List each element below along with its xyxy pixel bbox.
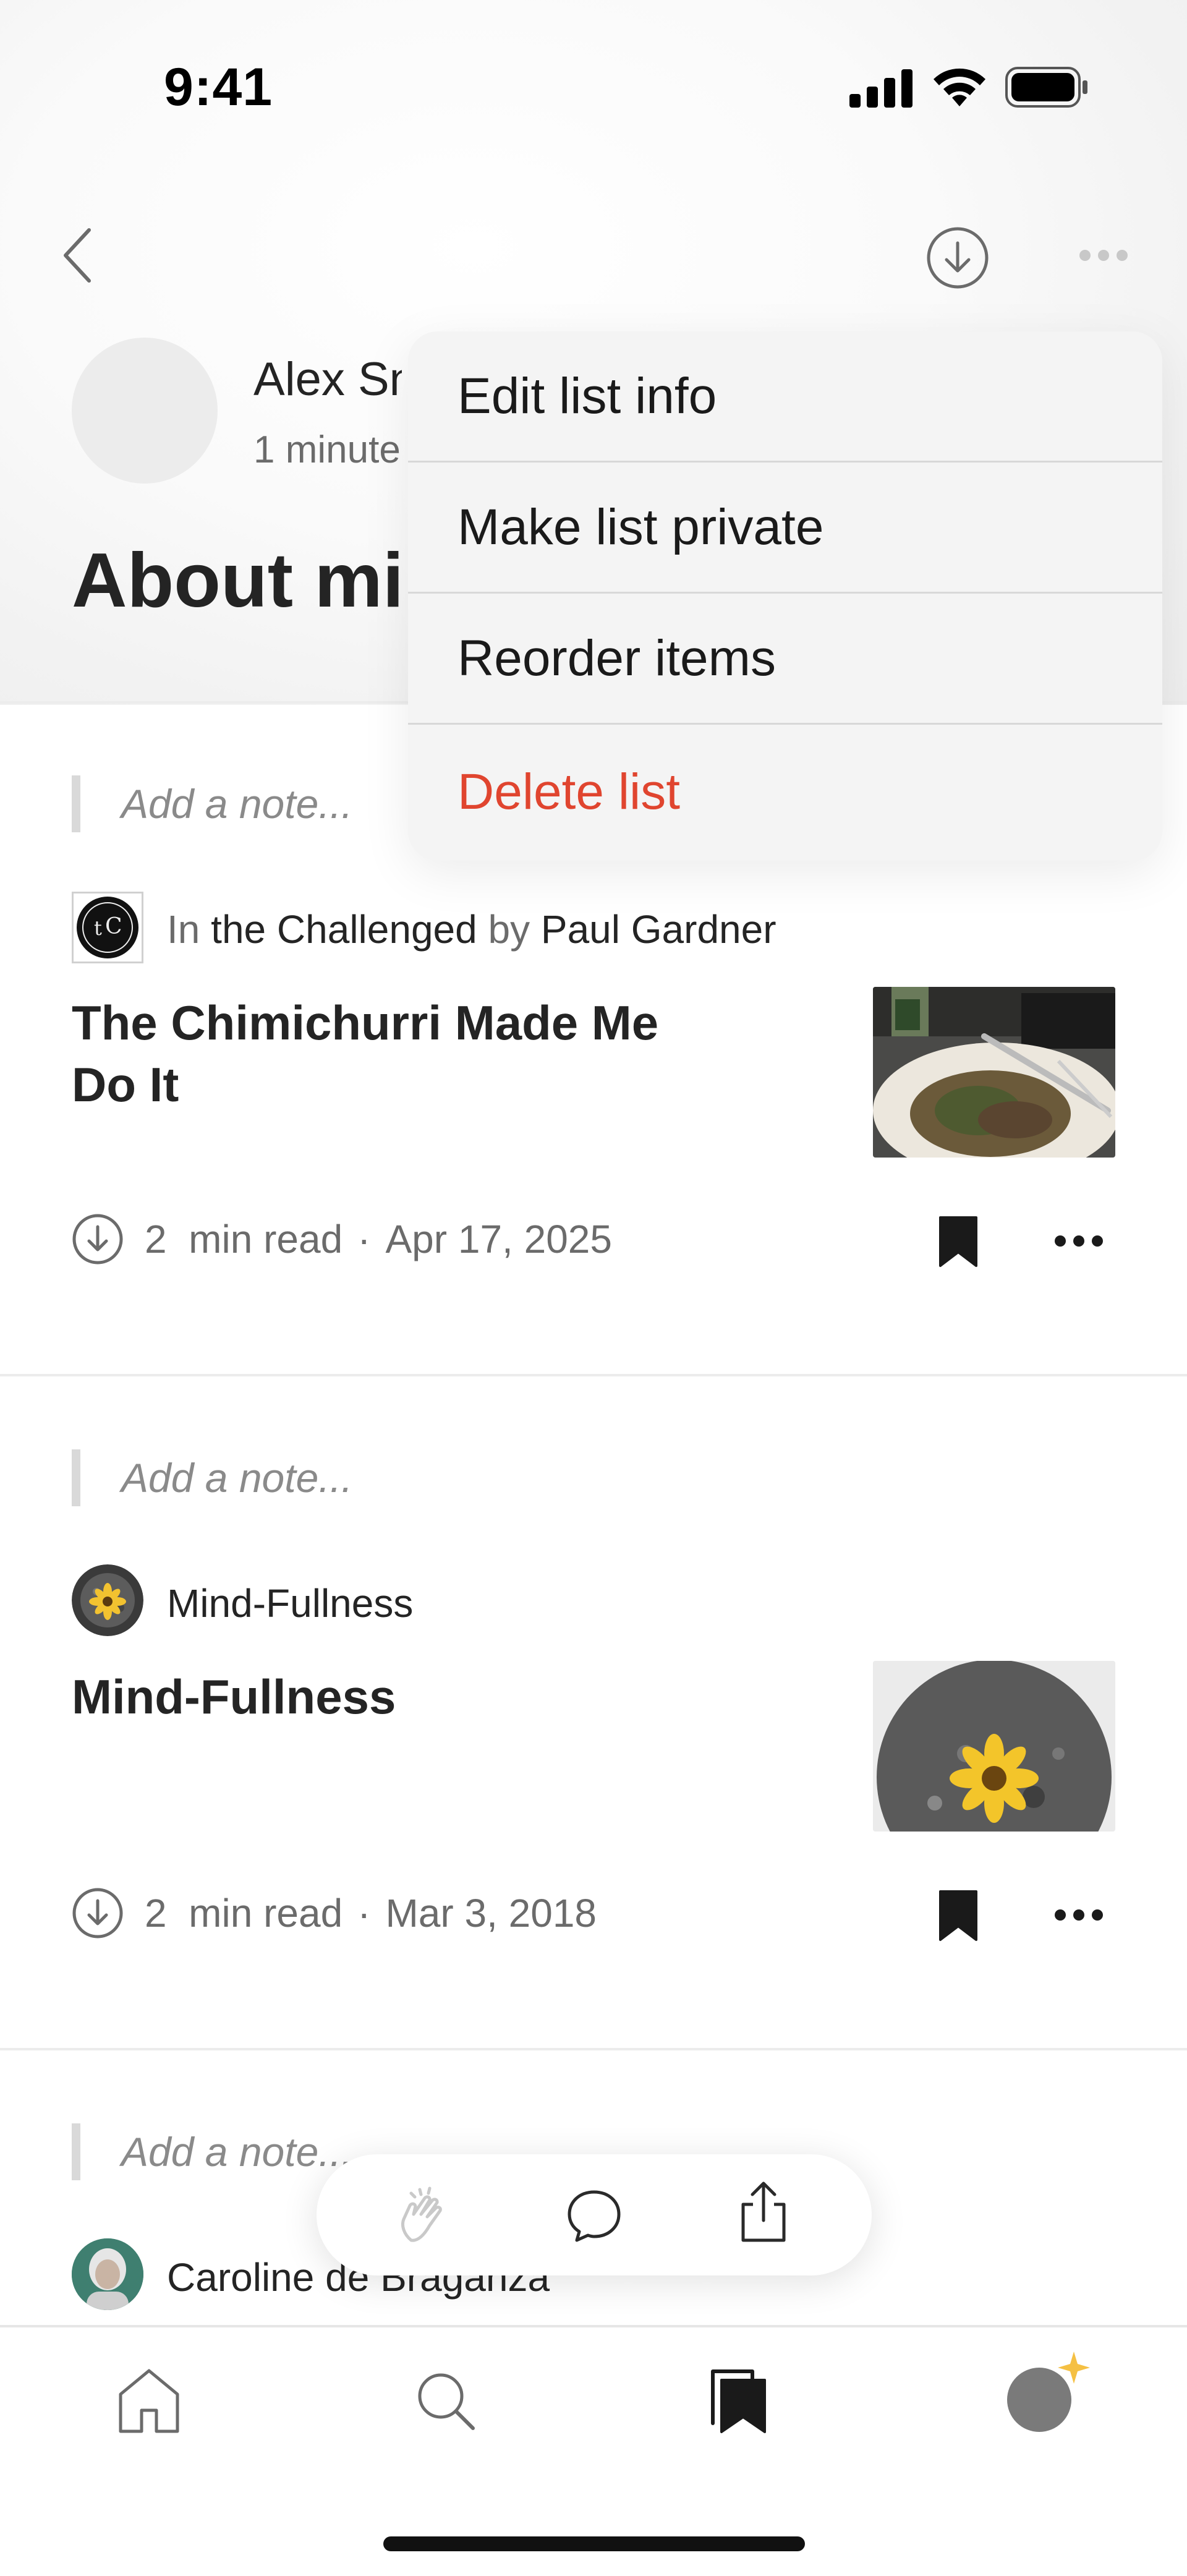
publication-name[interactable]: Mind-Fullness	[167, 1580, 413, 1626]
more-horizontal-icon	[1054, 1234, 1104, 1252]
cellular-signal-icon	[849, 69, 914, 111]
bookmark-filled-icon	[938, 1215, 979, 1271]
status-time: 9:41	[164, 58, 273, 117]
menu-item-reorder-items[interactable]: Reorder items	[408, 594, 1162, 725]
download-button[interactable]	[924, 225, 992, 293]
more-horizontal-icon	[1079, 248, 1128, 266]
battery-icon	[1005, 67, 1089, 111]
add-note-input[interactable]: Add a note...	[121, 1454, 352, 1501]
story-meta: 2 min read · Apr 17, 2025	[72, 1213, 612, 1265]
tab-profile[interactable]	[995, 2344, 1094, 2442]
search-icon	[415, 2370, 477, 2435]
note-bar	[72, 1449, 80, 1506]
item-divider	[0, 1374, 1187, 1376]
list-options-menu: Edit list info Make list private Reorder…	[408, 331, 1162, 861]
bookmark-button[interactable]	[934, 1212, 983, 1274]
page-title: About min	[72, 538, 412, 623]
read-time: 2 min read	[145, 1217, 343, 1261]
list-meta: 1 minute	[253, 429, 401, 471]
more-horizontal-icon	[1054, 1908, 1104, 1926]
share-icon	[736, 2180, 791, 2247]
publish-date: Mar 3, 2018	[385, 1891, 597, 1935]
svg-text:t: t	[94, 916, 102, 940]
food-photo	[873, 987, 1115, 1158]
story-title[interactable]: Mind-Fullness	[72, 1666, 690, 1728]
clap-icon	[393, 2185, 454, 2250]
back-button[interactable]	[56, 223, 99, 291]
menu-item-edit-list-info[interactable]: Edit list info	[408, 331, 1162, 463]
item-divider	[0, 2048, 1187, 2050]
story-title[interactable]: The Chimichurri Made Me Do It	[72, 992, 690, 1115]
mind-fullness-logo-icon	[72, 1564, 143, 1636]
clap-button[interactable]	[389, 2183, 457, 2251]
author-avatar[interactable]	[72, 2238, 143, 2310]
chevron-left-icon	[62, 228, 93, 286]
home-icon	[117, 2367, 181, 2438]
downloaded-icon	[72, 1213, 124, 1265]
library-icon	[709, 2369, 768, 2436]
the-challenged-logo-icon: t C	[77, 897, 138, 958]
author-name[interactable]: Alex Sn	[253, 352, 402, 406]
downloaded-icon	[72, 1887, 124, 1939]
story-more-button[interactable]	[1051, 1227, 1107, 1258]
home-indicator	[383, 2536, 805, 2551]
comment-icon	[564, 2186, 624, 2248]
byline-by: by	[488, 907, 530, 952]
author-link[interactable]: Paul Gardner	[541, 907, 776, 952]
story-more-button[interactable]	[1051, 1901, 1107, 1932]
bookmark-filled-icon	[938, 1889, 979, 1945]
bookmark-button[interactable]	[934, 1886, 983, 1948]
add-note-input[interactable]: Add a note...	[121, 780, 352, 827]
story-thumbnail[interactable]	[873, 1661, 1115, 1832]
comment-button[interactable]	[560, 2183, 628, 2251]
share-button[interactable]	[730, 2179, 798, 2247]
more-options-button[interactable]	[1076, 241, 1131, 272]
author-photo	[72, 2238, 143, 2310]
add-note-input[interactable]: Add a note...	[121, 2128, 352, 2175]
note-bar	[72, 2123, 80, 2180]
publication-link[interactable]: the Challenged	[211, 907, 477, 952]
meta-separator: ·	[357, 1217, 371, 1261]
author-avatar[interactable]	[72, 338, 218, 484]
wifi-icon	[931, 66, 988, 111]
svg-text:C: C	[105, 914, 122, 939]
note-bar	[72, 775, 80, 832]
byline: In the Challenged by Paul Gardner	[167, 906, 776, 952]
download-icon	[925, 226, 990, 293]
publish-date: Apr 17, 2025	[385, 1217, 612, 1261]
mind-fullness-photo	[873, 1661, 1115, 1832]
tab-home[interactable]	[109, 2362, 189, 2442]
read-time: 2 min read	[145, 1891, 343, 1935]
menu-item-make-list-private[interactable]: Make list private	[408, 463, 1162, 594]
story-meta: 2 min read · Mar 3, 2018	[72, 1887, 597, 1939]
publication-avatar[interactable]	[72, 1564, 143, 1636]
publication-avatar[interactable]: t C	[72, 892, 143, 963]
menu-item-delete-list[interactable]: Delete list	[408, 725, 1162, 859]
tab-library[interactable]	[699, 2362, 779, 2442]
profile-avatar-icon	[998, 2345, 1091, 2441]
meta-separator: ·	[357, 1891, 371, 1935]
byline-in: In	[167, 907, 200, 952]
tab-search[interactable]	[406, 2362, 486, 2442]
story-thumbnail[interactable]	[873, 987, 1115, 1158]
